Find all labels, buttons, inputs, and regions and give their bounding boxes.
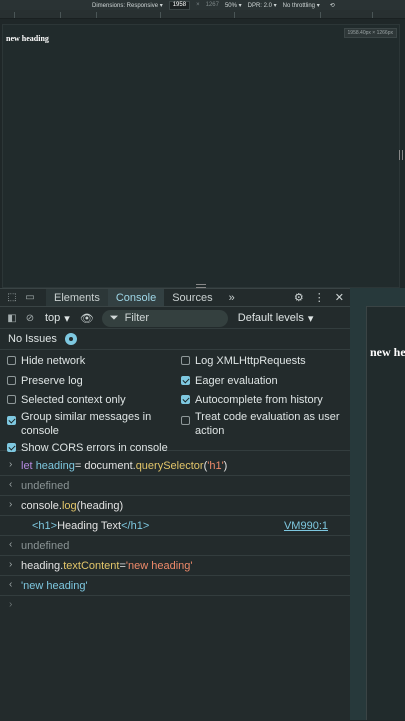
- throttling-dropdown[interactable]: No throttling ▾: [283, 2, 320, 9]
- hide-network-option[interactable]: Hide network: [7, 354, 85, 368]
- viewport-resize-handle[interactable]: [399, 150, 403, 160]
- console-result-line: ‹ 'new heading': [0, 576, 350, 596]
- gear-icon[interactable]: ⚙: [294, 291, 304, 304]
- console-input-line[interactable]: › let heading = document. querySelector('…: [0, 456, 350, 476]
- selected-context-option[interactable]: Selected context only: [7, 393, 126, 407]
- preserve-log-checkbox[interactable]: [7, 376, 16, 385]
- console-input-line[interactable]: › heading. textContent = 'new heading': [0, 556, 350, 576]
- input-prompt-icon: ›: [9, 559, 13, 570]
- devtools-panel: ⬚ ▭ Elements Console Sources » ⚙ ⋮ ✕ ◧ ⊘…: [0, 288, 350, 721]
- group-similar-checkbox[interactable]: [7, 416, 16, 425]
- emulated-viewport: new heading 1958.40px × 1266px: [2, 24, 403, 288]
- autocomplete-checkbox[interactable]: [181, 395, 190, 404]
- console-input-line[interactable]: › console. log (heading): [0, 496, 350, 516]
- width-input[interactable]: 1958: [168, 0, 191, 10]
- log-levels-label: Default levels: [237, 312, 304, 324]
- close-icon[interactable]: ✕: [335, 291, 344, 304]
- live-expression-eye-icon[interactable]: 👁: [80, 312, 94, 325]
- input-prompt-icon: ›: [9, 499, 13, 510]
- console-log-output[interactable]: <h1> Heading Text </h1> VM990:1: [0, 516, 350, 536]
- cors-errors-checkbox[interactable]: [7, 443, 16, 452]
- dpr-dropdown[interactable]: DPR: 2.0 ▾: [248, 2, 277, 9]
- rotate-icon[interactable]: ⟲: [330, 2, 335, 9]
- input-prompt-icon: ›: [9, 599, 13, 610]
- sidebar-toggle-icon[interactable]: ◧: [6, 312, 18, 324]
- filter-placeholder: Filter: [124, 312, 150, 324]
- console-result-line: ‹ undefined: [0, 476, 350, 496]
- filter-input[interactable]: ⏷ Filter: [101, 309, 228, 327]
- device-toolbar: Dimensions: Responsive ▾ 1958 × 1267 50%…: [0, 0, 405, 10]
- autocomplete-option[interactable]: Autocomplete from history: [181, 393, 323, 407]
- console-toolbar: ◧ ⊘ top ▾ 👁 ⏷ Filter Default levels ▾: [0, 308, 350, 329]
- context-label: top: [45, 312, 61, 324]
- result-arrow-icon: ‹: [9, 479, 13, 490]
- size-badge: 1958.40px × 1266px: [343, 28, 397, 38]
- times-sign: ×: [196, 2, 200, 8]
- dimensions-dropdown[interactable]: Dimensions: Responsive ▾: [92, 2, 163, 9]
- chevron-down-icon: ▾: [64, 312, 70, 325]
- console-settings-gear-icon[interactable]: [64, 333, 77, 345]
- hide-network-checkbox[interactable]: [7, 356, 16, 365]
- media-query-ruler: [0, 10, 405, 19]
- preserve-log-option[interactable]: Preserve log: [7, 374, 83, 388]
- context-selector[interactable]: top ▾: [45, 312, 70, 325]
- tab-sources[interactable]: Sources: [164, 289, 220, 306]
- eager-eval-option[interactable]: Eager evaluation: [181, 374, 278, 388]
- selected-context-checkbox[interactable]: [7, 395, 16, 404]
- chevron-down-icon: ▾: [307, 312, 314, 325]
- issues-bar: No Issues: [0, 329, 350, 350]
- kebab-menu-icon[interactable]: ⋮: [314, 291, 325, 304]
- cors-errors-option[interactable]: Show CORS errors in console: [7, 441, 168, 455]
- log-levels-dropdown[interactable]: Default levels ▾: [238, 312, 314, 325]
- eager-eval-checkbox[interactable]: [181, 376, 190, 385]
- page-heading: new heading: [6, 34, 49, 43]
- tab-console[interactable]: Console: [107, 289, 165, 306]
- source-link[interactable]: VM990:1: [284, 520, 328, 532]
- user-action-checkbox[interactable]: [181, 416, 190, 425]
- log-xhr-checkbox[interactable]: [181, 356, 190, 365]
- inspect-icon[interactable]: ⬚: [6, 292, 18, 304]
- user-action-option[interactable]: Treat code evaluation as user action: [181, 410, 341, 438]
- page-preview-panel: new heading: [350, 288, 405, 720]
- devtools-tabbar: ⬚ ▭ Elements Console Sources » ⚙ ⋮ ✕: [0, 289, 350, 307]
- console-result-line: ‹ undefined: [0, 536, 350, 556]
- more-tabs-icon[interactable]: »: [221, 289, 243, 306]
- console-prompt[interactable]: ›: [0, 596, 350, 615]
- input-prompt-icon: ›: [9, 459, 13, 470]
- result-arrow-icon: ‹: [9, 539, 13, 550]
- log-xhr-option[interactable]: Log XMLHttpRequests: [181, 354, 306, 368]
- console-log: › let heading = document. querySelector('…: [0, 456, 350, 615]
- tab-elements[interactable]: Elements: [46, 289, 108, 306]
- page-preview: new heading: [366, 306, 405, 720]
- device-toggle-icon[interactable]: ▭: [24, 292, 36, 304]
- preview-heading: new heading: [370, 345, 405, 359]
- console-settings: Hide network Preserve log Selected conte…: [0, 350, 350, 454]
- clear-console-icon[interactable]: ⊘: [24, 312, 36, 324]
- result-arrow-icon: ‹: [9, 579, 13, 590]
- zoom-dropdown[interactable]: 50% ▾: [225, 2, 242, 9]
- height-input[interactable]: 1267: [206, 2, 219, 8]
- filter-funnel-icon: ⏷: [109, 311, 119, 324]
- group-similar-option[interactable]: Group similar messages in console: [7, 410, 172, 438]
- issues-count[interactable]: No Issues: [8, 333, 57, 345]
